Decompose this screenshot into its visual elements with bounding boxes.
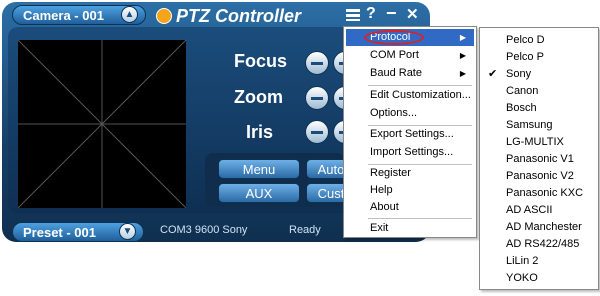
protocol-item-bosch[interactable]: Bosch xyxy=(480,100,598,117)
camera-label: Camera - 001 xyxy=(23,8,104,23)
context-menu: Protocol ▶ COM Port ▶ Baud Rate ▶ Edit C… xyxy=(343,26,477,238)
protocol-item-lilin-2[interactable]: LiLin 2 xyxy=(480,253,598,270)
close-button[interactable]: ✕ xyxy=(406,5,419,23)
protocol-item-pelco-p[interactable]: Pelco P xyxy=(480,49,598,66)
menu-separator xyxy=(368,85,472,86)
protocol-item-sony[interactable]: ✔ Sony xyxy=(480,66,598,83)
menu-item-register[interactable]: Register xyxy=(346,165,474,182)
zoom-minus-button[interactable] xyxy=(305,86,329,110)
ptz-joystick-pad[interactable] xyxy=(18,40,186,208)
menu-item-com-port[interactable]: COM Port ▶ xyxy=(346,47,474,64)
minimize-button[interactable]: − xyxy=(386,3,397,24)
menu-item-export-settings[interactable]: Export Settings... xyxy=(346,126,474,143)
chevron-up-icon[interactable]: ▲ xyxy=(121,6,138,23)
caret-right-icon: ▶ xyxy=(459,33,466,42)
protocol-item-lg-multix[interactable]: LG-MULTIX xyxy=(480,134,598,151)
protocol-item-panasonic-v2[interactable]: Panasonic V2 xyxy=(480,168,598,185)
menu-item-options[interactable]: Options... xyxy=(346,105,474,122)
protocol-item-yoko[interactable]: YOKO xyxy=(480,270,598,287)
menu-item-label: COM Port xyxy=(370,49,419,61)
iris-label: Iris xyxy=(246,122,274,142)
protocol-item-panasonic-kxc[interactable]: Panasonic KXC xyxy=(480,185,598,202)
iris-minus-button[interactable] xyxy=(305,120,329,144)
menu-separator xyxy=(368,218,472,219)
focus-label: Focus xyxy=(234,51,288,71)
protocol-item-ad-manchester[interactable]: AD Manchester xyxy=(480,219,598,236)
protocol-item-ad-ascii[interactable]: AD ASCII xyxy=(480,202,598,219)
window-title: PTZ Controller xyxy=(176,6,301,26)
menu-item-exit[interactable]: Exit xyxy=(346,220,474,237)
chevron-down-icon[interactable]: ▼ xyxy=(119,223,136,240)
aux-button[interactable]: AUX xyxy=(218,183,300,203)
zoom-label: Zoom xyxy=(234,87,283,107)
menu-item-about[interactable]: About xyxy=(346,199,474,216)
caret-right-icon: ▶ xyxy=(459,69,466,78)
focus-minus-button[interactable] xyxy=(305,51,329,75)
caret-right-icon: ▶ xyxy=(459,51,466,60)
menu-item-label: Baud Rate xyxy=(370,67,422,79)
menu-item-import-settings[interactable]: Import Settings... xyxy=(346,144,474,161)
status-port: COM3 9600 Sony xyxy=(160,224,248,236)
protocol-item-samsung[interactable]: Samsung xyxy=(480,117,598,134)
protocol-item-label: Sony xyxy=(506,68,532,80)
menu-button[interactable]: Menu xyxy=(218,159,300,179)
ptz-logo-icon xyxy=(156,8,172,24)
joystick-grid xyxy=(18,40,186,208)
protocol-submenu: Pelco D Pelco P ✔ Sony Canon Bosch Samsu… xyxy=(479,27,599,290)
protocol-item-pelco-d[interactable]: Pelco D xyxy=(480,32,598,49)
checkmark-icon: ✔ xyxy=(488,68,498,80)
status-state: Ready xyxy=(289,224,321,236)
protocol-item-canon[interactable]: Canon xyxy=(480,83,598,100)
menu-item-help[interactable]: Help xyxy=(346,182,474,199)
annotation-circle xyxy=(364,30,424,45)
menu-item-baud-rate[interactable]: Baud Rate ▶ xyxy=(346,65,474,82)
menu-item-protocol[interactable]: Protocol ▶ xyxy=(346,29,474,46)
protocol-item-ad-rs422[interactable]: AD RS422/485 xyxy=(480,236,598,253)
list-menu-icon[interactable] xyxy=(346,9,360,21)
protocol-item-panasonic-v1[interactable]: Panasonic V1 xyxy=(480,151,598,168)
help-button[interactable]: ? xyxy=(366,5,376,23)
preset-label: Preset - 001 xyxy=(23,225,96,240)
menu-item-edit-customization[interactable]: Edit Customization... xyxy=(346,87,474,104)
